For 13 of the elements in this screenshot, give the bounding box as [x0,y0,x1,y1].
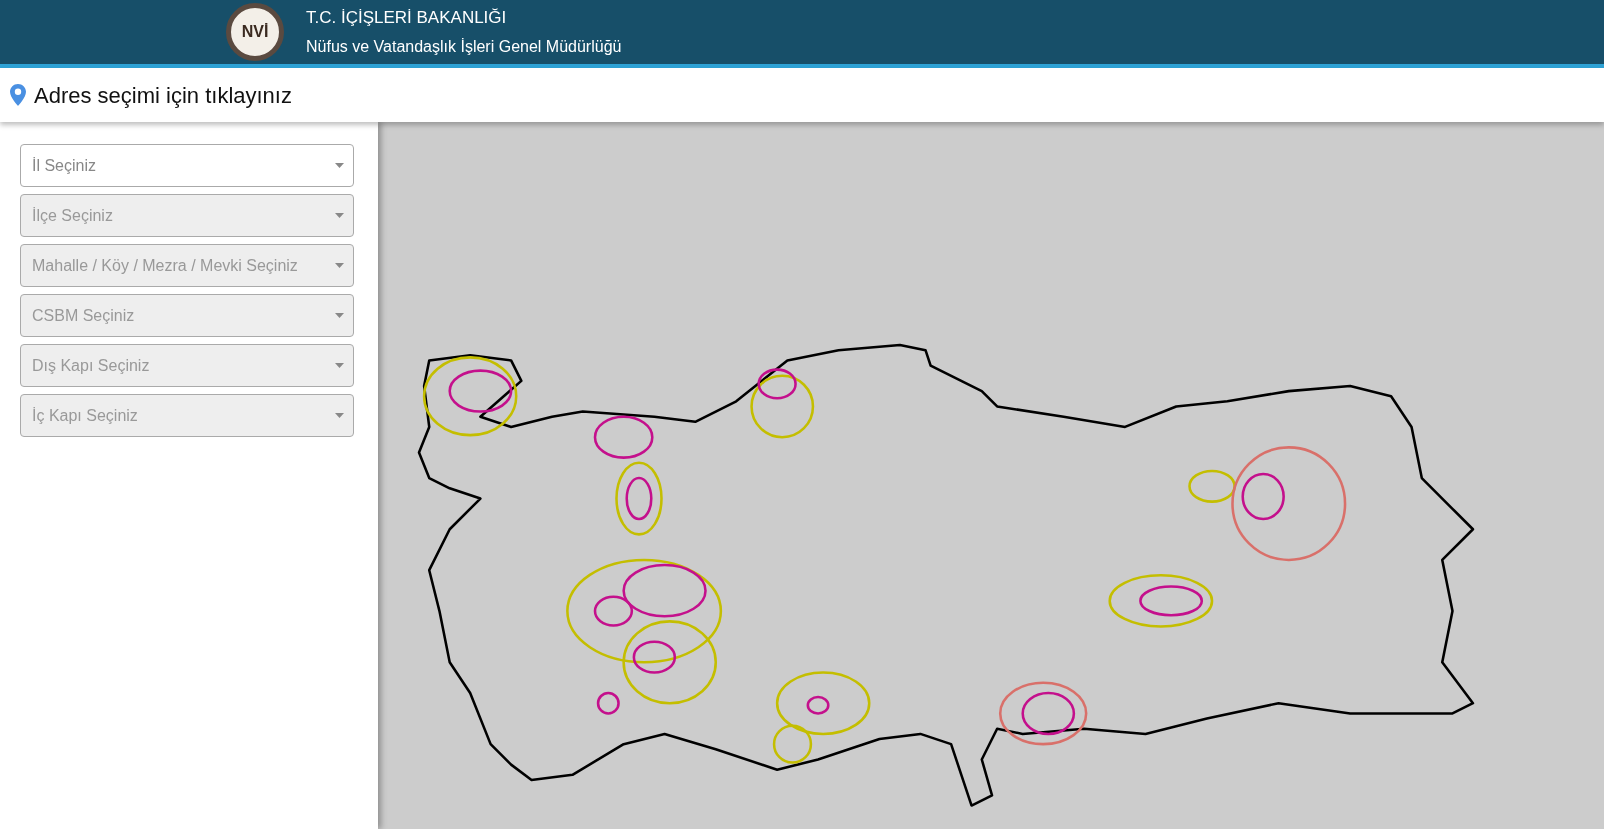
caret-icon [335,313,344,318]
logo-text: NVİ [241,22,269,42]
caret-icon [335,163,344,168]
map-pin-icon [10,84,26,106]
caret-icon [335,363,344,368]
caret-icon [335,263,344,268]
ministry-title: T.C. İÇİŞLERİ BAKANLIĞI [306,7,508,30]
select-dropdown[interactable]: İl Seçiniz [20,144,354,187]
directorate-title: Nüfus ve Vatandaşlık İşleri Genel Müdürlüğü [306,36,622,57]
caret-icon [335,413,344,418]
address-prompt: Adres seçimi için tıklayınız [34,81,292,110]
address-bar[interactable]: Adres seçimi için tıklayınız [0,68,1604,122]
caret-icon [335,213,344,218]
